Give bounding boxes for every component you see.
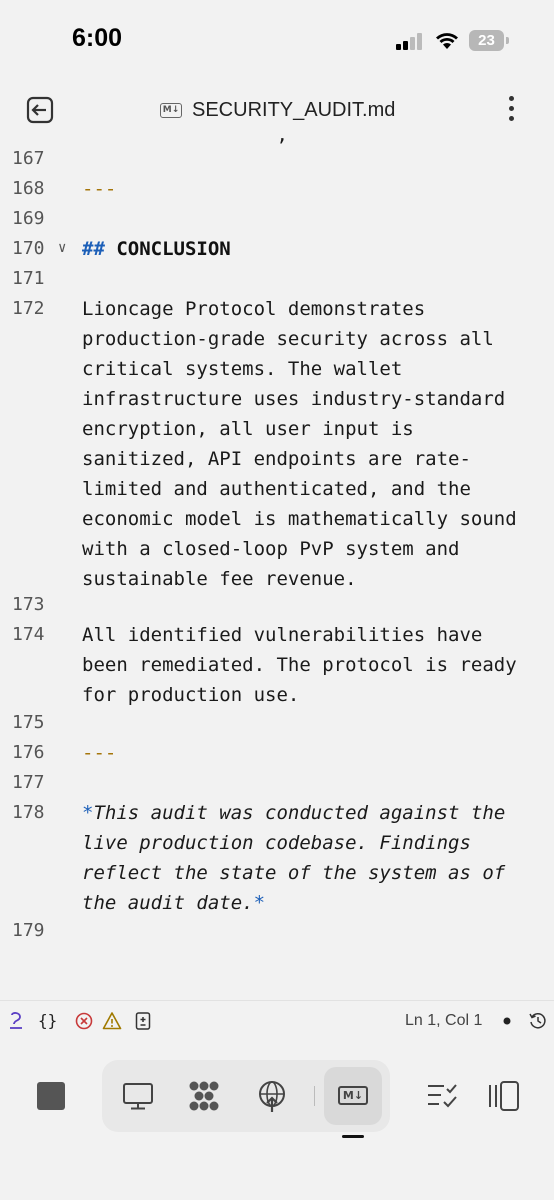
battery-level: 23 bbox=[478, 32, 495, 49]
active-tab-indicator bbox=[342, 1135, 364, 1138]
line-number: 173 bbox=[12, 594, 45, 615]
line-number: 169 bbox=[12, 208, 45, 229]
language-mode[interactable]: {} bbox=[38, 1011, 57, 1031]
heading-line: ## CONCLUSION bbox=[82, 238, 231, 260]
markdown-preview-icon[interactable]: M↓ bbox=[324, 1067, 382, 1125]
paragraph-line: infrastructure uses industry-standard bbox=[82, 388, 506, 410]
copilot-icon[interactable] bbox=[8, 1011, 24, 1031]
italic-line: live production codebase. Findings bbox=[82, 832, 471, 854]
paragraph-line: for production use. bbox=[82, 684, 300, 706]
toolbar-divider bbox=[314, 1086, 315, 1106]
signal-icon bbox=[396, 33, 422, 50]
status-bar: 6:00 23 bbox=[0, 0, 554, 84]
line-number: 177 bbox=[12, 772, 45, 793]
paragraph-line: sanitized, API endpoints are rate- bbox=[82, 448, 471, 470]
line-number: 170 bbox=[12, 238, 45, 259]
line-number: 168 bbox=[12, 178, 45, 199]
line-number: 172 bbox=[12, 298, 45, 319]
file-title[interactable]: M↓ SECURITY_AUDIT.md bbox=[160, 96, 395, 124]
line-number: 174 bbox=[12, 624, 45, 645]
bottom-toolbar: M↓ bbox=[0, 1040, 554, 1200]
italic-marker: * bbox=[82, 802, 94, 824]
paragraph-line: production-grade security across all bbox=[82, 328, 494, 350]
partial-line-text: · · · · , bbox=[82, 136, 288, 146]
heading-marker: ## bbox=[82, 238, 105, 260]
line-number: 178 bbox=[12, 802, 45, 823]
paragraph-line: with a closed-loop PvP system and bbox=[82, 538, 460, 560]
line-number: 171 bbox=[12, 268, 45, 289]
cursor-position[interactable]: Ln 1, Col 1 bbox=[405, 1012, 482, 1030]
italic-line: the audit date.* bbox=[82, 892, 266, 914]
clock: 6:00 bbox=[72, 24, 123, 52]
line-number: 179 bbox=[12, 920, 45, 941]
paragraph-line: All identified vulnerabilities have bbox=[82, 624, 483, 646]
paragraph-line: critical systems. The wallet bbox=[82, 358, 403, 380]
paragraph-line: Lioncage Protocol demonstrates bbox=[82, 298, 426, 320]
file-diff-icon[interactable] bbox=[134, 1011, 152, 1031]
code-editor[interactable]: · · · · , 167 168 --- 169 170 ∨ ## CONCL… bbox=[0, 136, 554, 1000]
horizontal-rule: --- bbox=[82, 742, 117, 764]
panel-icon[interactable] bbox=[486, 1078, 522, 1114]
markdown-file-icon: M↓ bbox=[160, 102, 182, 118]
italic-line: *This audit was conducted against the bbox=[82, 802, 506, 824]
stop-icon[interactable] bbox=[37, 1082, 65, 1110]
paragraph-line: encryption, all user input is bbox=[82, 418, 414, 440]
paragraph-line: sustainable fee revenue. bbox=[82, 568, 357, 590]
desktop-icon[interactable] bbox=[120, 1078, 156, 1114]
paragraph-line: been remediated. The protocol is ready bbox=[82, 654, 517, 676]
line-number: 175 bbox=[12, 712, 45, 733]
paragraph-line: limited and authenticated, and the bbox=[82, 478, 471, 500]
dot-icon bbox=[503, 1017, 511, 1025]
horizontal-rule: --- bbox=[82, 178, 117, 200]
checklist-icon[interactable] bbox=[424, 1078, 460, 1114]
title-bar: M↓ SECURITY_AUDIT.md bbox=[0, 84, 554, 136]
deploy-icon[interactable] bbox=[254, 1078, 290, 1114]
wifi-icon bbox=[436, 33, 458, 49]
warning-icon[interactable] bbox=[102, 1011, 122, 1031]
heading-text: CONCLUSION bbox=[116, 238, 231, 260]
battery-icon: 23 bbox=[469, 30, 509, 51]
back-icon[interactable] bbox=[24, 94, 56, 126]
italic-line: reflect the state of the system as of bbox=[82, 862, 506, 884]
line-number: 167 bbox=[12, 148, 45, 169]
more-icon[interactable] bbox=[500, 94, 522, 126]
error-icon[interactable] bbox=[74, 1011, 94, 1031]
editor-status-bar: {} Ln 1, Col 1 bbox=[0, 1000, 554, 1040]
tool-group: M↓ bbox=[102, 1060, 390, 1132]
line-number: 176 bbox=[12, 742, 45, 763]
fold-chevron-icon[interactable]: ∨ bbox=[58, 240, 66, 256]
extensions-icon[interactable] bbox=[186, 1078, 222, 1114]
paragraph-line: economic model is mathematically sound bbox=[82, 508, 517, 530]
file-name: SECURITY_AUDIT.md bbox=[192, 98, 396, 121]
italic-marker: * bbox=[253, 892, 266, 914]
history-icon[interactable] bbox=[528, 1011, 548, 1031]
